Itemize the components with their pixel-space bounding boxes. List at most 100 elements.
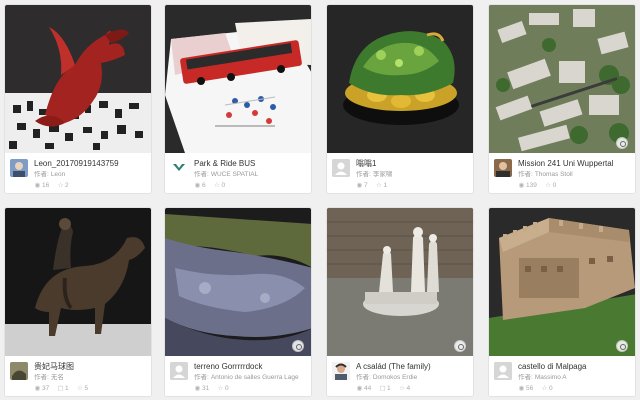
star-icon: ☆	[399, 385, 405, 392]
model-card[interactable]: Park & Ride BUS 作者: WUCE SPATIAL ◉ 6 ☆ 0	[164, 4, 312, 194]
author-name[interactable]: 李家啸	[373, 171, 393, 178]
model-author: 作者: Massimo A	[518, 374, 634, 382]
like-count: ☆ 0	[541, 385, 553, 392]
model-thumbnail[interactable]	[489, 208, 635, 356]
model-card[interactable]: 嗡嗡1 作者: 李家啸 ◉ 7 ☆ 1	[326, 4, 474, 194]
author-prefix: 作者:	[356, 374, 371, 381]
model-thumbnail[interactable]	[165, 5, 311, 153]
model-title[interactable]: 嗡嗡1	[356, 159, 472, 169]
author-name[interactable]: 无名	[51, 374, 64, 381]
comment-count: ▢1	[57, 385, 69, 392]
model-title[interactable]: 贵妃马球图	[34, 362, 150, 372]
eye-icon: ◉	[518, 182, 525, 189]
model-stats: ◉ 6 ☆ 0	[194, 182, 231, 190]
panorama-badge-icon	[616, 340, 628, 352]
model-card[interactable]: A család (The family) 作者: Domokos Erdie ◉…	[326, 207, 474, 397]
author-name[interactable]: Antonio de salles Guerra Lage	[211, 374, 299, 381]
star-icon: ☆	[214, 182, 220, 189]
model-stats: ◉ 139 ☆ 0	[518, 182, 562, 190]
author-prefix: 作者:	[518, 171, 533, 178]
star-icon: ☆	[77, 385, 83, 392]
star-icon: ☆	[545, 182, 552, 189]
comment-count: ▢1	[379, 385, 391, 392]
model-card[interactable]: terreno Gorrrrrdock 作者: Antonio de salles…	[164, 207, 312, 397]
eye-icon: ◉	[194, 182, 201, 189]
star-icon: ☆	[57, 182, 64, 189]
horse-rider-image	[5, 208, 151, 356]
model-thumbnail[interactable]	[5, 5, 151, 153]
model-title[interactable]: Mission 241 Uni Wuppertal	[518, 159, 634, 169]
model-stats: ◉ 16 ☆ 2	[34, 182, 75, 190]
model-thumbnail[interactable]	[5, 208, 151, 356]
model-stats: ◉ 56 ☆ 0	[518, 385, 559, 393]
statue-family-image	[327, 208, 473, 356]
author-name[interactable]: Leon	[51, 171, 65, 178]
panorama-badge-icon	[454, 340, 466, 352]
star-icon: ☆	[376, 182, 382, 189]
card-info: castello di Malpaga 作者: Massimo A ◉ 56 ☆ 0	[489, 356, 635, 396]
view-count: ◉ 7	[356, 182, 368, 189]
model-author: 作者: Thomas Stoll	[518, 171, 634, 179]
card-info: terreno Gorrrrrdock 作者: Antonio de salles…	[165, 356, 311, 396]
star-icon: ☆	[217, 385, 224, 392]
bus-image	[165, 5, 311, 153]
like-count: ☆ 4	[399, 385, 411, 392]
model-stats: ◉ 44 ▢1 ☆ 4	[356, 385, 416, 393]
model-card[interactable]: Mission 241 Uni Wuppertal 作者: Thomas Stol…	[488, 4, 636, 194]
model-author: 作者: Antonio de salles Guerra Lage	[194, 374, 310, 382]
model-thumbnail[interactable]	[165, 208, 311, 356]
like-count: ☆ 5	[77, 385, 89, 392]
like-count: ☆ 1	[376, 182, 388, 189]
view-count: ◉ 37	[34, 385, 50, 392]
model-thumbnail[interactable]	[327, 208, 473, 356]
model-author: 作者: 李家啸	[356, 171, 472, 179]
avatar[interactable]	[332, 159, 350, 177]
view-count: ◉ 44	[356, 385, 372, 392]
like-count: ☆ 0	[217, 385, 229, 392]
aerial-city-image	[489, 5, 635, 153]
avatar[interactable]	[10, 362, 28, 380]
view-count: ◉ 139	[518, 182, 537, 189]
model-thumbnail[interactable]	[327, 5, 473, 153]
eye-icon: ◉	[356, 385, 363, 392]
avatar[interactable]	[494, 362, 512, 380]
avatar[interactable]	[10, 159, 28, 177]
model-thumbnail[interactable]	[489, 5, 635, 153]
author-name[interactable]: WUCE SPATIAL	[211, 171, 258, 178]
author-prefix: 作者:	[194, 374, 209, 381]
author-name[interactable]: Domokos Erdie	[373, 374, 417, 381]
avatar[interactable]	[332, 362, 350, 380]
panorama-badge-icon	[292, 340, 304, 352]
model-card[interactable]: castello di Malpaga 作者: Massimo A ◉ 56 ☆ 0	[488, 207, 636, 397]
eye-icon: ◉	[194, 385, 201, 392]
author-name[interactable]: Thomas Stoll	[535, 171, 573, 178]
model-title[interactable]: Park & Ride BUS	[194, 159, 310, 169]
avatar[interactable]	[170, 159, 188, 177]
comment-icon: ▢	[57, 385, 64, 392]
model-stats: ◉ 7 ☆ 1	[356, 182, 393, 190]
terrain-image	[165, 208, 311, 356]
star-icon: ☆	[541, 385, 548, 392]
card-info: Leon_20170919143759 作者: Leon ◉ 16 ☆ 2	[5, 153, 151, 193]
model-author: 作者: Domokos Erdie	[356, 374, 472, 382]
eye-icon: ◉	[34, 385, 41, 392]
avatar[interactable]	[170, 362, 188, 380]
model-card[interactable]: 贵妃马球图 作者: 无名 ◉ 37 ▢1 ☆ 5	[4, 207, 152, 397]
dragon-image	[5, 5, 151, 153]
model-title[interactable]: castello di Malpaga	[518, 362, 634, 372]
avatar[interactable]	[494, 159, 512, 177]
model-title[interactable]: terreno Gorrrrrdock	[194, 362, 310, 372]
model-stats: ◉ 31 ☆ 0	[194, 385, 235, 393]
model-title[interactable]: Leon_20170919143759	[34, 159, 150, 169]
model-card[interactable]: Leon_20170919143759 作者: Leon ◉ 16 ☆ 2	[4, 4, 152, 194]
author-prefix: 作者:	[356, 171, 371, 178]
author-name[interactable]: Massimo A	[535, 374, 567, 381]
comment-icon: ▢	[379, 385, 386, 392]
card-info: 嗡嗡1 作者: 李家啸 ◉ 7 ☆ 1	[327, 153, 473, 193]
view-count: ◉ 31	[194, 385, 210, 392]
author-prefix: 作者:	[194, 171, 209, 178]
eye-icon: ◉	[356, 182, 363, 189]
model-author: 作者: 无名	[34, 374, 150, 382]
model-title[interactable]: A család (The family)	[356, 362, 472, 372]
eye-icon: ◉	[34, 182, 41, 189]
